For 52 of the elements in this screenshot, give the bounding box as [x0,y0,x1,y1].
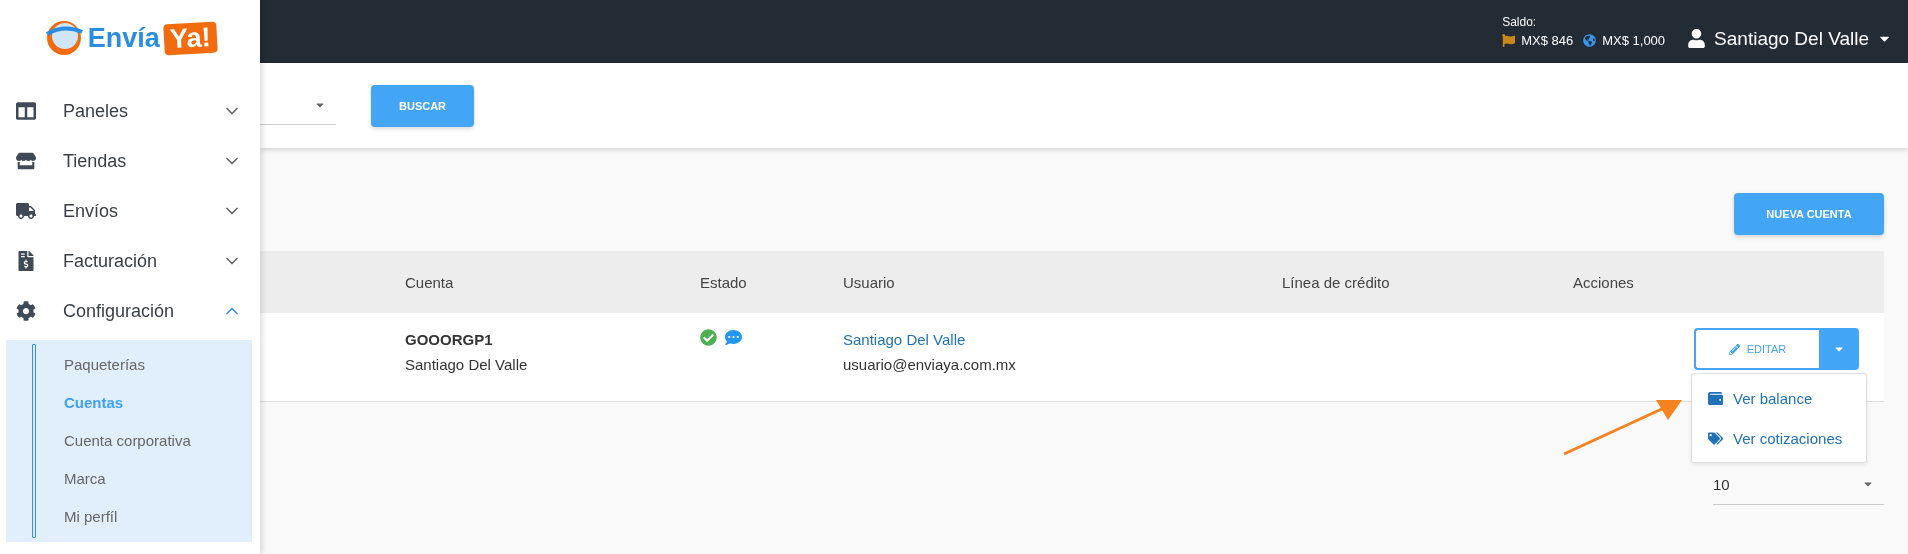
user-email: usuario@enviaya.com.mx [843,356,1017,373]
logo-badge: Ya! [162,21,218,55]
flag-icon [1502,34,1516,47]
user-link[interactable]: Santiago Del Valle [843,331,1282,348]
menu-item-label: Ver cotizaciones [1733,429,1843,447]
sidebar-label: Facturación [63,250,159,272]
menu-item-label: Ver balance [1733,389,1813,407]
wallet-icon [1708,390,1723,406]
submenu-item[interactable]: Paqueterías [6,346,252,384]
submenu-item[interactable]: Marca [6,460,252,498]
store-icon [16,151,38,171]
sidebar-item[interactable]: Envíos [0,186,260,236]
sidebar-label: Configuración [63,300,176,322]
sidebar-label: Tiendas [63,150,128,172]
logo-text: Envía [87,22,160,54]
logo[interactable]: Envía Ya! [43,18,217,58]
sidebar-item[interactable]: Paneles [0,86,260,136]
sidebar-label: Envíos [63,200,120,222]
menu-item[interactable]: Ver cotizaciones [1692,418,1866,458]
submenu-item[interactable]: Mi perfíl [6,498,252,536]
column-header: Usuario [843,273,896,291]
sidebar-item[interactable]: Tiendas [0,136,260,186]
pencil-icon [1728,343,1740,355]
column-header: Cuenta [405,273,455,291]
edit-button[interactable]: EDITAR [1694,328,1819,370]
tag-icon [1708,430,1723,446]
account-name: Santiago Del Valle [405,356,529,373]
panels-icon [16,101,38,121]
dropdown-toggle-button[interactable] [1819,328,1859,370]
settings-icon [16,301,38,321]
account-code: GOOORGP1 [405,331,494,348]
balance-label: Saldo: [1502,15,1538,29]
column-header: Acciones [1573,273,1635,291]
balance-amount: MX$ 1,000 [1602,33,1666,48]
submenu-item[interactable]: Cuenta corporativa [6,422,252,460]
column-header: Línea de crédito [1282,273,1391,291]
column-header: Estado [700,273,748,291]
per-page-select[interactable]: 10 [1713,464,1884,505]
menu-item[interactable]: Ver balance [1692,378,1866,418]
sidebar-item[interactable]: Configuración [0,286,260,336]
balance-amount: MX$ 846 [1521,33,1574,48]
user-menu-button[interactable]: Santiago Del Valle [1687,27,1892,50]
sidebar-label: Paneles [63,100,130,122]
sidebar-item[interactable]: Facturación [0,236,260,286]
user-icon [1687,29,1707,48]
search-button[interactable]: BUSCAR [371,84,475,127]
truck-icon [16,201,38,221]
new-account-button[interactable]: NUEVA CUENTA [1734,193,1884,235]
globe-icon [1583,34,1597,47]
per-page-value: 10 [1713,475,1730,493]
chat-icon[interactable] [725,329,742,346]
globe-logo-icon [43,18,84,58]
